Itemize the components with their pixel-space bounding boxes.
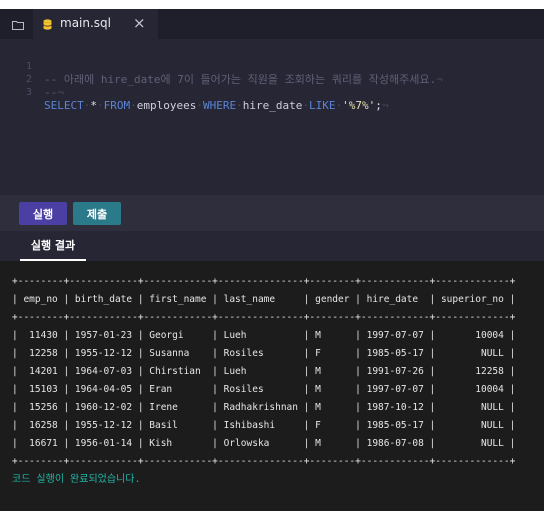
tab-filename: main.sql xyxy=(60,16,111,30)
status-message: 코드 실행이 완료되었습니다. xyxy=(12,474,141,485)
sql-semicolon: ; xyxy=(375,99,382,112)
line-number: 3 xyxy=(25,87,32,98)
run-button[interactable]: 실행 xyxy=(19,202,67,225)
sql-keyword: SELECT xyxy=(44,99,84,112)
close-tab-icon[interactable]: × xyxy=(133,14,146,32)
tab-run-result[interactable]: 실행 결과 xyxy=(20,231,86,261)
sql-string: '%7%' xyxy=(342,99,376,112)
sql-keyword: FROM xyxy=(103,99,131,112)
code-area[interactable]: 1 -- 아래에 hire_date에 7이 들어가는 직원을 조회하는 쿼리를… xyxy=(0,47,544,112)
action-bar: 실행 제출 xyxy=(0,195,544,231)
tab-main-sql[interactable]: main.sql × xyxy=(33,9,158,39)
code-line: 3 SELECT·*·FROM·employees·WHERE·hire_dat… xyxy=(0,73,544,112)
editor-tab-bar: main.sql × xyxy=(0,9,544,39)
code-line: 1 -- 아래에 hire_date에 7이 들어가는 직원을 조회하는 쿼리를… xyxy=(0,47,544,86)
sql-table-name: employees xyxy=(136,99,197,112)
sql-keyword: WHERE xyxy=(202,99,237,112)
database-icon xyxy=(43,19,52,30)
code-editor[interactable]: main.sql × 1 -- 아래에 hire_date에 7이 들어가는 직… xyxy=(0,9,544,195)
results-tab-bar: 실행 결과 xyxy=(0,231,544,261)
sql-star: * xyxy=(90,99,97,112)
code-line: 2 --¬ xyxy=(0,60,544,99)
submit-button[interactable]: 제출 xyxy=(73,202,121,225)
sql-comment: -- xyxy=(44,86,58,99)
folder-icon[interactable] xyxy=(12,20,24,30)
sql-column-name: hire_date xyxy=(242,99,303,112)
result-table: +--------+------------+------------+----… xyxy=(12,276,516,467)
result-console: +--------+------------+------------+----… xyxy=(0,261,544,511)
sql-keyword: LIKE xyxy=(308,99,336,112)
